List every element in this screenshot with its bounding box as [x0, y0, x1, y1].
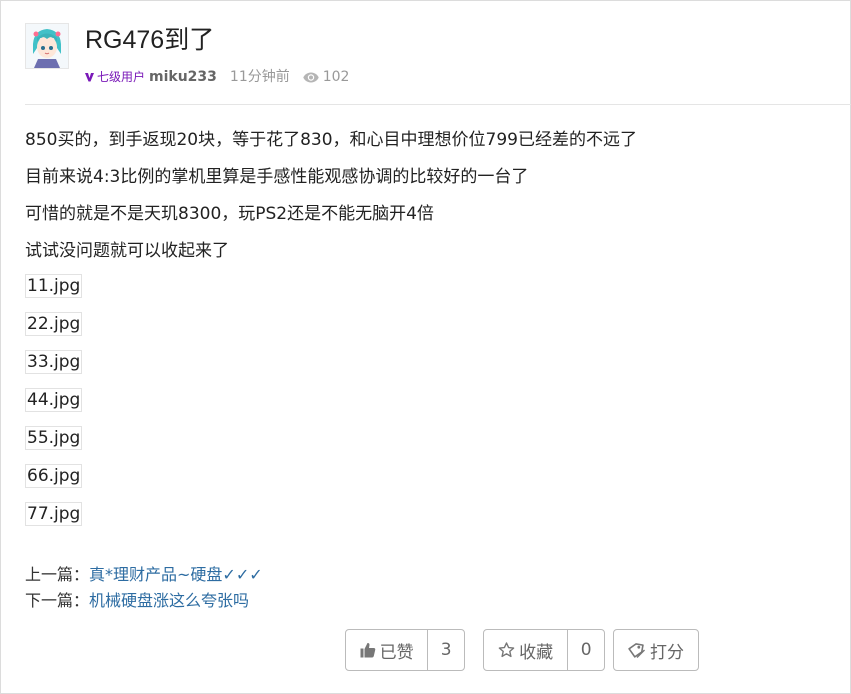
- post-navigation: 上一篇：真*理财产品~硬盘✓✓✓ 下一篇：机械硬盘涨这么夸张吗: [25, 562, 263, 614]
- star-icon: [498, 642, 515, 658]
- post-time: 11分钟前: [229, 69, 290, 85]
- attachment-item: 44.jpg: [25, 385, 825, 423]
- post-content: 850买的，到手返现20块，等于花了830，和心目中理想价位799已经差的不远了…: [25, 123, 825, 537]
- view-count: 102: [303, 67, 350, 87]
- like-label: 已赞: [379, 642, 414, 663]
- attachment-item: 22.jpg: [25, 309, 825, 347]
- attachment-link[interactable]: 77.jpg: [25, 502, 83, 526]
- attachment-link[interactable]: 44.jpg: [25, 388, 83, 412]
- avatar-image: [26, 24, 68, 68]
- like-count: 3: [427, 630, 464, 670]
- tag-icon: [628, 643, 645, 658]
- post-container: RG476到了 七级用户 miku233 11分钟前 102 850买的，到手返…: [0, 0, 851, 694]
- attachment-link[interactable]: 33.jpg: [25, 350, 83, 374]
- level-badge-label: 七级用户: [97, 70, 146, 84]
- favorite-label: 收藏: [519, 642, 554, 663]
- favorite-button-group: 收藏 0: [483, 629, 605, 671]
- attachment-link[interactable]: 66.jpg: [25, 464, 83, 488]
- favorite-button[interactable]: 收藏: [484, 630, 567, 670]
- post-title: RG476到了: [85, 26, 215, 54]
- favorite-count: 0: [567, 630, 604, 670]
- next-post-row: 下一篇：机械硬盘涨这么夸张吗: [25, 588, 263, 614]
- prev-post-link[interactable]: 真*理财产品~硬盘✓✓✓: [89, 565, 263, 584]
- rate-label: 打分: [650, 642, 684, 663]
- attachment-item: 33.jpg: [25, 347, 825, 385]
- attachment-item: 66.jpg: [25, 461, 825, 499]
- content-paragraph: 目前来说4:3比例的掌机里算是手感性能观感协调的比较好的一台了: [25, 167, 529, 187]
- level-badge-icon: [85, 73, 94, 82]
- like-button-group: 已赞 3: [345, 629, 465, 671]
- view-count-value: 102: [322, 69, 350, 85]
- thumbs-up-icon: [360, 642, 375, 658]
- content-paragraph: 试试没问题就可以收起来了: [25, 241, 229, 261]
- rate-button-group: 打分: [613, 629, 699, 671]
- avatar[interactable]: [25, 23, 69, 69]
- next-post-label: 下一篇：: [25, 591, 90, 610]
- attachment-link[interactable]: 11.jpg: [25, 274, 83, 298]
- content-paragraph: 可惜的就是不是天玑8300，玩PS2还是不能无脑开4倍: [25, 204, 434, 224]
- favorite-action: 收藏 0: [483, 629, 605, 671]
- like-button[interactable]: 已赞: [346, 630, 427, 670]
- attachment-item: 77.jpg: [25, 499, 825, 537]
- eye-icon: [303, 72, 319, 82]
- attachment-item: 11.jpg: [25, 271, 825, 309]
- level-badge[interactable]: 七级用户: [85, 67, 145, 87]
- next-post-link[interactable]: 机械硬盘涨这么夸张吗: [89, 591, 249, 610]
- attachment-link[interactable]: 22.jpg: [25, 312, 83, 336]
- prev-post-row: 上一篇：真*理财产品~硬盘✓✓✓: [25, 562, 263, 588]
- rate-action: 打分: [613, 629, 699, 671]
- prev-post-label: 上一篇：: [25, 565, 90, 584]
- rate-button[interactable]: 打分: [614, 630, 698, 670]
- header-divider: [25, 104, 851, 105]
- post-meta: 七级用户 miku233 11分钟前 102: [85, 67, 349, 87]
- attachment-link[interactable]: 55.jpg: [25, 426, 83, 450]
- author-username[interactable]: miku233: [149, 67, 217, 87]
- like-action: 已赞 3: [345, 629, 465, 671]
- content-paragraph: 850买的，到手返现20块，等于花了830，和心目中理想价位799已经差的不远了: [25, 130, 637, 150]
- attachment-item: 55.jpg: [25, 423, 825, 461]
